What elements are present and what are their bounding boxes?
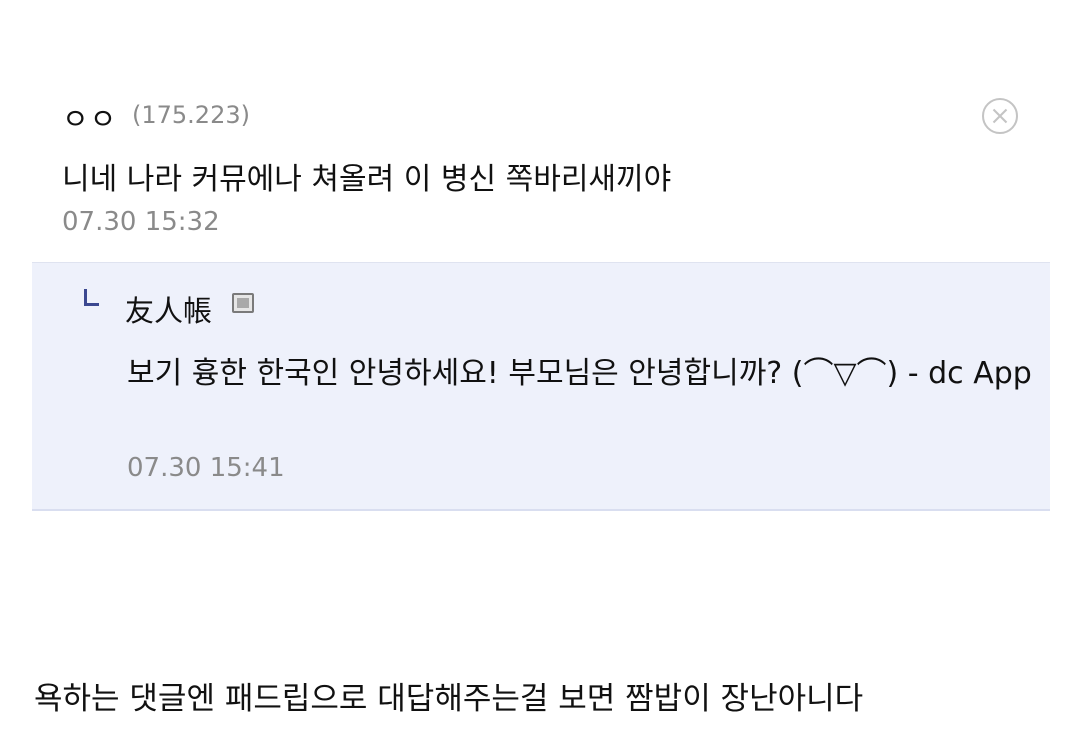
close-circle-icon[interactable]	[981, 97, 1019, 135]
caption-text: 욕하는 댓글엔 패드립으로 대답해주는걸 보면 짬밥이 장난아니다	[34, 681, 864, 717]
reply-arrow-icon	[84, 289, 99, 306]
fixed-nick-icon	[232, 293, 254, 313]
comment-time: 07.30 15:32	[62, 207, 220, 237]
comment-ip: (175.223)	[132, 101, 250, 129]
reply-comment: 友人帳 보기 흉한 한국인 안녕하세요! 부모님은 안녕합니까? (⌒▽⌒) -…	[32, 262, 1050, 511]
comment-text: 니네 나라 커뮤에나 쳐올려 이 병신 쪽바리새끼야	[62, 162, 672, 197]
reply-time: 07.30 15:41	[127, 453, 285, 483]
reply-text: 보기 흉한 한국인 안녕하세요! 부모님은 안녕합니까? (⌒▽⌒) - dc …	[127, 356, 1032, 391]
reply-author[interactable]: 友人帳	[125, 288, 212, 330]
comment-author[interactable]: ㅇㅇ	[62, 96, 117, 138]
comment: ㅇㅇ (175.223) 니네 나라 커뮤에나 쳐올려 이 병신 쪽바리새끼야 …	[0, 0, 1080, 262]
